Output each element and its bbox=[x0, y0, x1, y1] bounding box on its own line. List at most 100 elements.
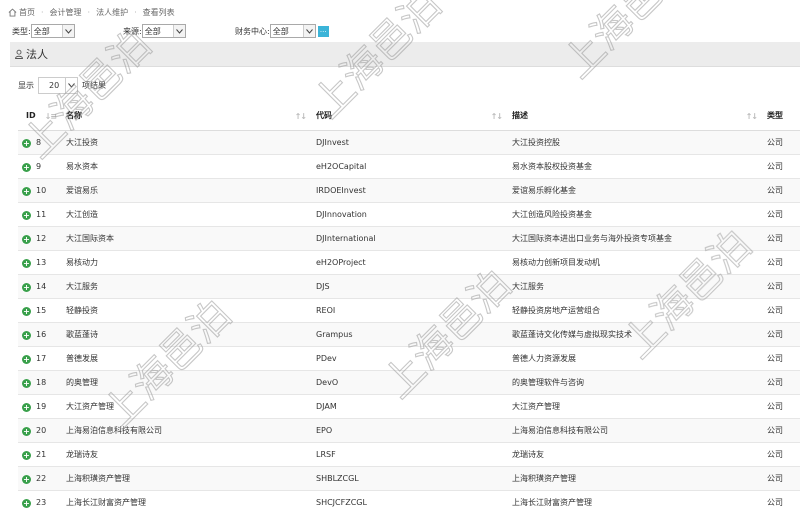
cell-name: 大江投资 bbox=[62, 131, 312, 155]
cell-name: 易核动力 bbox=[62, 251, 312, 275]
breadcrumb-accounting[interactable]: 会计管理 bbox=[50, 7, 82, 18]
cell-name-text: 爱谊易乐 bbox=[66, 186, 98, 195]
plus-circle-icon[interactable]: + bbox=[22, 235, 31, 244]
column-header-type[interactable]: 类型 bbox=[763, 101, 800, 131]
source-filter: 来源: 全部 bbox=[123, 24, 186, 38]
table-row[interactable]: +19大江资产管理DJAM大江资产管理公司 bbox=[18, 395, 800, 419]
table-row[interactable]: +8大江投资DJInvest大江投资控股公司 bbox=[18, 131, 800, 155]
source-filter-label: 来源: bbox=[123, 26, 142, 37]
cell-description-text: 的奥管理软件与咨询 bbox=[512, 378, 584, 387]
table-row[interactable]: +23上海长江财富资产管理SHCJCFZCGL上海长江财富资产管理公司 bbox=[18, 491, 800, 514]
table-row[interactable]: +16歌蓝蓬诗Grampus歌蓝蓬诗文化传媒与虚拟现实技术公司 bbox=[18, 323, 800, 347]
table-header-row: ID↓≡ 名称↑↓ 代码↑↓ 描述↑↓ 类型 bbox=[18, 101, 800, 131]
source-select[interactable]: 全部 bbox=[142, 24, 186, 38]
cell-id: +15 bbox=[18, 299, 62, 323]
cell-code-text: DJS bbox=[316, 282, 330, 291]
plus-circle-icon[interactable]: + bbox=[22, 451, 31, 460]
breadcrumb-separator: · bbox=[41, 8, 44, 17]
page-length-suffix: 项结果 bbox=[82, 80, 106, 91]
column-header-code[interactable]: 代码↑↓ bbox=[312, 101, 508, 131]
source-select-value: 全部 bbox=[145, 26, 161, 37]
plus-circle-icon[interactable]: + bbox=[22, 499, 31, 508]
plus-circle-icon[interactable]: + bbox=[22, 211, 31, 220]
table-row[interactable]: +13易核动力eH2OProject易核动力创新项目发动机公司 bbox=[18, 251, 800, 275]
plus-circle-icon[interactable]: + bbox=[22, 163, 31, 172]
cell-code: PDev bbox=[312, 347, 508, 371]
cell-type: 公司 bbox=[763, 371, 800, 395]
table-row[interactable]: +20上海易泊信息科技有限公司EPO上海易泊信息科技有限公司公司 bbox=[18, 419, 800, 443]
cell-code: SHCJCFZCGL bbox=[312, 491, 508, 514]
plus-circle-icon[interactable]: + bbox=[22, 187, 31, 196]
cell-code-text: PDev bbox=[316, 354, 337, 363]
sort-icon: ↑↓ bbox=[746, 112, 757, 121]
cell-name-text: 轻静投资 bbox=[66, 306, 98, 315]
table-row[interactable]: +15轻静投资REOI轻静投资房地产运营组合公司 bbox=[18, 299, 800, 323]
cell-type-text: 公司 bbox=[767, 186, 783, 195]
cell-code-text: SHCJCFZCGL bbox=[316, 498, 367, 507]
table-row[interactable]: +10爱谊易乐IRDOEInvest爱谊易乐孵化基金公司 bbox=[18, 179, 800, 203]
plus-circle-icon[interactable]: + bbox=[22, 427, 31, 436]
filter-bar: 类型: 全部 来源: 全部 财务中心: 全部 ... bbox=[0, 24, 800, 42]
finance-center-value: 全部 bbox=[273, 26, 289, 37]
plus-circle-icon[interactable]: + bbox=[22, 259, 31, 268]
cell-code: Grampus bbox=[312, 323, 508, 347]
entity-table: ID↓≡ 名称↑↓ 代码↑↓ 描述↑↓ 类型 +8大江投资DJInvest大江投… bbox=[18, 101, 800, 514]
table-row[interactable]: +11大江创造DJInnovation大江创造风险投资基金公司 bbox=[18, 203, 800, 227]
cell-id: +23 bbox=[18, 491, 62, 514]
cell-code: DJAM bbox=[312, 395, 508, 419]
breadcrumb-home[interactable]: 首页 bbox=[19, 7, 35, 18]
cell-type: 公司 bbox=[763, 203, 800, 227]
page-length-prefix: 显示 bbox=[18, 80, 34, 91]
cell-name-text: 上海积璜资产管理 bbox=[66, 474, 130, 483]
finance-center-picker-button[interactable]: ... bbox=[318, 26, 329, 37]
cell-id-text: 10 bbox=[36, 186, 46, 195]
table-row[interactable]: +21龙瑞诗友LRSF龙瑞诗友公司 bbox=[18, 443, 800, 467]
cell-description: 上海积璜资产管理 bbox=[508, 467, 763, 491]
table-row[interactable]: +22上海积璜资产管理SHBLZCGL上海积璜资产管理公司 bbox=[18, 467, 800, 491]
cell-description: 轻静投资房地产运营组合 bbox=[508, 299, 763, 323]
plus-circle-icon[interactable]: + bbox=[22, 283, 31, 292]
type-select[interactable]: 全部 bbox=[31, 24, 75, 38]
table-row[interactable]: +17普德发展PDev普德人力资源发展公司 bbox=[18, 347, 800, 371]
cell-name-text: 易核动力 bbox=[66, 258, 98, 267]
cell-name-text: 大江资产管理 bbox=[66, 402, 114, 411]
cell-id-text: 11 bbox=[36, 210, 46, 219]
cell-type-text: 公司 bbox=[767, 210, 783, 219]
cell-description-text: 上海长江财富资产管理 bbox=[512, 498, 592, 507]
column-header-id[interactable]: ID↓≡ bbox=[18, 101, 62, 131]
plus-circle-icon[interactable]: + bbox=[22, 355, 31, 364]
table-row[interactable]: +14大江服务DJS大江服务公司 bbox=[18, 275, 800, 299]
home-icon bbox=[8, 8, 17, 17]
cell-type-text: 公司 bbox=[767, 162, 783, 171]
cell-id: +19 bbox=[18, 395, 62, 419]
table-row[interactable]: +12大江国际资本DJInternational大江国际资本进出口业务与海外投资… bbox=[18, 227, 800, 251]
cell-type: 公司 bbox=[763, 275, 800, 299]
cell-id: +12 bbox=[18, 227, 62, 251]
cell-id: +9 bbox=[18, 155, 62, 179]
plus-circle-icon[interactable]: + bbox=[22, 475, 31, 484]
cell-type-text: 公司 bbox=[767, 306, 783, 315]
breadcrumb-separator: · bbox=[88, 8, 91, 17]
breadcrumb-entity-maintenance[interactable]: 法人维护 bbox=[96, 7, 128, 18]
column-header-description[interactable]: 描述↑↓ bbox=[508, 101, 763, 131]
cell-id: +21 bbox=[18, 443, 62, 467]
plus-circle-icon[interactable]: + bbox=[22, 307, 31, 316]
cell-name-text: 易水资本 bbox=[66, 162, 98, 171]
plus-circle-icon[interactable]: + bbox=[22, 379, 31, 388]
cell-id-text: 23 bbox=[36, 498, 46, 507]
plus-circle-icon[interactable]: + bbox=[22, 331, 31, 340]
cell-description-text: 大江资产管理 bbox=[512, 402, 560, 411]
plus-circle-icon[interactable]: + bbox=[22, 403, 31, 412]
column-header-name[interactable]: 名称↑↓ bbox=[62, 101, 312, 131]
finance-center-select[interactable]: 全部 bbox=[270, 24, 316, 38]
cell-id-text: 12 bbox=[36, 234, 46, 243]
cell-description-text: 龙瑞诗友 bbox=[512, 450, 544, 459]
page-length-select[interactable]: 20 bbox=[38, 77, 78, 94]
cell-id-text: 9 bbox=[36, 162, 41, 171]
cell-description: 普德人力资源发展 bbox=[508, 347, 763, 371]
cell-name: 龙瑞诗友 bbox=[62, 443, 312, 467]
plus-circle-icon[interactable]: + bbox=[22, 139, 31, 148]
table-row[interactable]: +9易水资本eH2OCapital易水资本股权投资基金公司 bbox=[18, 155, 800, 179]
cell-description-text: 上海积璜资产管理 bbox=[512, 474, 576, 483]
table-row[interactable]: +18的奥管理DevO的奥管理软件与咨询公司 bbox=[18, 371, 800, 395]
